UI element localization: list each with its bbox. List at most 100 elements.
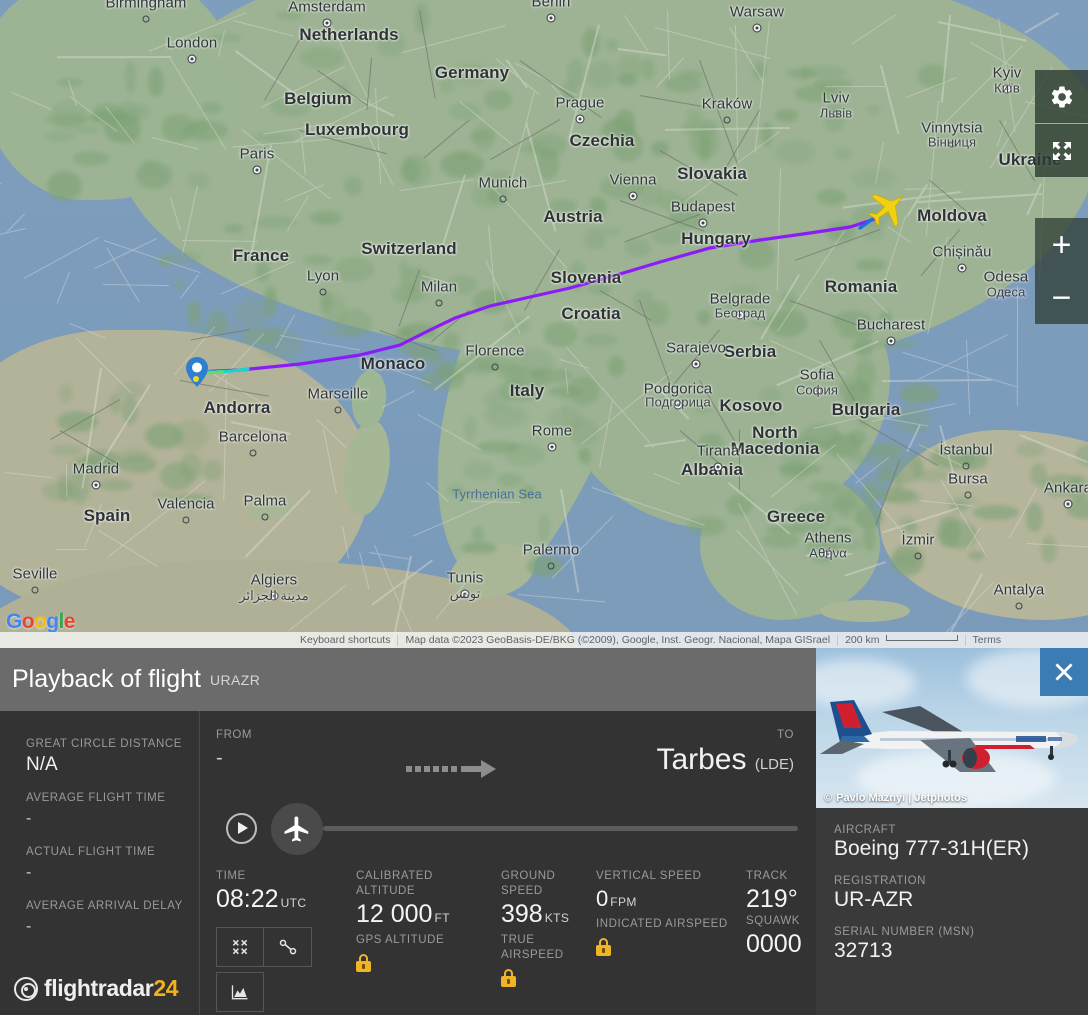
map-data-credit: Map data ©2023 GeoBasis-DE/BKG (©2009), … <box>405 634 831 646</box>
map-country-label: Greece <box>766 507 826 526</box>
road-segment <box>1018 434 1088 463</box>
scrubber-track[interactable] <box>323 826 798 831</box>
tool-button-row-2 <box>216 972 346 1012</box>
map-city-label: Birmingham <box>105 0 187 12</box>
map-city-dot <box>691 359 701 369</box>
play-button[interactable] <box>226 812 257 844</box>
attrib-divider-1 <box>397 634 399 646</box>
road-segment <box>754 21 771 154</box>
map-city-label: Valencia <box>157 495 215 513</box>
road-segment <box>836 453 910 542</box>
map-country-label: Croatia <box>561 304 621 323</box>
map-city-dot <box>914 552 922 560</box>
map-settings-button[interactable] <box>1035 70 1088 123</box>
stat-actual-flight-time: ACTUAL FLIGHT TIME - <box>26 845 199 884</box>
gear-icon <box>1051 86 1072 107</box>
panel-body: GREAT CIRCLE DISTANCE N/A AVERAGE FLIGHT… <box>0 648 1088 1015</box>
map-zoom-out-button[interactable]: − <box>1035 271 1088 324</box>
map-country-label: Serbia <box>723 342 777 361</box>
road-segment <box>220 261 294 296</box>
map-city-dot <box>886 336 896 346</box>
map-country-label: Slovenia <box>550 268 622 287</box>
origin-value: - <box>216 747 223 769</box>
road-segment <box>875 142 885 184</box>
road-segment <box>358 551 370 589</box>
metric-label: CALIBRATED ALTITUDE <box>356 870 433 897</box>
map-city-label: İstanbul <box>939 441 993 459</box>
stat-value: - <box>26 810 32 827</box>
map-city-label: Lyon <box>306 267 340 285</box>
road-segment <box>1027 182 1043 216</box>
map-city-label: Ankara <box>1043 479 1088 497</box>
road-segment <box>57 55 172 58</box>
flight-callsign: URAZR <box>210 671 261 688</box>
true-airspeed-lock-icon[interactable] <box>501 969 516 987</box>
origin-label: FROM <box>216 729 253 741</box>
map-scale-label: 200 km <box>845 634 880 646</box>
map-country-label: Romania <box>824 277 898 296</box>
true-airspeed-label: TRUE AIRSPEED <box>501 934 564 961</box>
map-city-dot <box>713 462 723 472</box>
road-segment <box>665 127 791 132</box>
road-segment <box>93 237 157 269</box>
road-segment <box>854 456 889 484</box>
map-city-label: Kraków <box>701 95 753 113</box>
map-city-label: Milan <box>420 278 458 296</box>
road-segment <box>882 507 960 534</box>
map-canvas[interactable]: Netherlands Belgium Luxembourg Germany Franc… <box>0 0 1088 648</box>
map-city-dot <box>319 288 327 296</box>
map-native-name-label: Вінниця <box>927 134 977 150</box>
playback-main-column: FROM - TO Tarbes (LDE) TIME 08:22 UTC CA… <box>200 711 816 1015</box>
chart-icon <box>231 985 248 1000</box>
metric-value: 08:22 UTC <box>216 884 346 918</box>
road-segment <box>4 472 52 479</box>
map-country-label: Netherlands <box>299 25 399 44</box>
map-country-label: Spain <box>83 506 131 525</box>
map-zoom-in-button[interactable]: + <box>1035 218 1088 271</box>
aircraft-type-label: AIRCRAFT <box>834 824 896 836</box>
map-city-dot <box>1015 602 1023 610</box>
road-segment <box>485 260 521 335</box>
road-segment <box>918 500 972 507</box>
road-segment <box>369 551 412 560</box>
map-fullscreen-button[interactable] <box>1035 124 1088 177</box>
gps-altitude-lock-icon[interactable] <box>356 954 371 972</box>
indicated-airspeed-lock-icon[interactable] <box>596 938 611 956</box>
road-segment <box>518 593 606 603</box>
road-segment <box>249 145 272 262</box>
map-country-label: Czechia <box>569 131 635 150</box>
map-country-label: Bulgaria <box>831 400 901 419</box>
road-segment <box>459 101 513 146</box>
play-icon <box>238 822 248 834</box>
aircraft-marker[interactable] <box>866 186 910 230</box>
road-segment <box>287 195 309 231</box>
map-city-label: Berlin <box>531 0 571 11</box>
scrubber-handle[interactable] <box>271 803 323 855</box>
chart-button[interactable] <box>216 972 264 1012</box>
map-native-name-label: Львів <box>819 105 853 121</box>
map-city-dot <box>435 299 443 307</box>
road-segment <box>400 25 507 54</box>
metric-value: 12 000 FT <box>356 899 491 933</box>
playback-scrubber[interactable] <box>271 799 816 857</box>
close-button[interactable] <box>1040 648 1088 696</box>
aircraft-type-value: Boeing 777-31H(ER) <box>834 837 1029 860</box>
keyboard-shortcuts-link[interactable]: Keyboard shortcuts <box>0 634 390 646</box>
terms-link[interactable]: Terms <box>973 634 1002 646</box>
map-city-label: Rome <box>531 422 573 440</box>
map-city-label: Vienna <box>609 171 657 189</box>
route-button[interactable] <box>264 927 312 967</box>
road-segment <box>598 400 613 468</box>
arrow-dot <box>433 766 439 772</box>
map-city-dot <box>628 191 638 201</box>
destination-marker[interactable] <box>186 357 208 387</box>
map-city-label: Palma <box>243 492 287 510</box>
lock-body <box>501 976 516 987</box>
road-segment <box>102 284 170 287</box>
road-segment <box>1027 543 1088 550</box>
map-city-dot <box>252 165 262 175</box>
destination-iata: (LDE) <box>754 756 794 773</box>
collapse-button[interactable] <box>216 927 264 967</box>
map-city-label: Lviv <box>822 89 850 107</box>
route-icon <box>279 939 296 955</box>
